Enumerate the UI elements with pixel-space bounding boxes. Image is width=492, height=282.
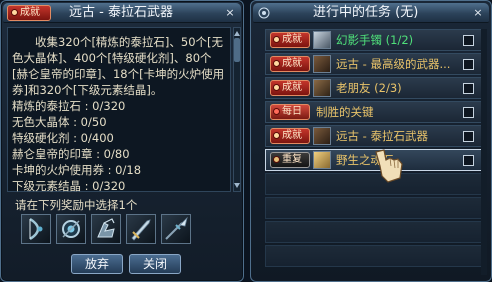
reward-slot-gauntlet[interactable] <box>91 214 121 244</box>
quest-list-scrollbar[interactable] <box>481 29 487 275</box>
quest-list-window: 进行中的任务 (无) × 成就 幻影手镯 (1/2) 成就 远古 - 最高级的武… <box>250 0 492 282</box>
quest-tag-label: 成就 <box>282 58 302 69</box>
achievement-badge-icon <box>273 84 280 91</box>
empty-quest-row <box>265 197 483 219</box>
close-button[interactable]: 关闭 <box>129 254 181 274</box>
track-checkbox[interactable] <box>463 131 474 142</box>
quest-tag: 成就 <box>270 128 310 144</box>
scroll-thumb[interactable] <box>234 38 240 62</box>
quest-name: 远古 - 泰拉石武器 <box>336 129 428 143</box>
description-scrollbar[interactable] <box>233 27 241 192</box>
npc-portrait-icon <box>313 31 331 49</box>
achievement-tag-label: 成就 <box>20 7 40 18</box>
achievement-badge-icon <box>11 9 18 16</box>
requirement-item: 赫仑皇帝的印章 : 0/80 <box>12 147 130 161</box>
reward-slot-bow[interactable] <box>21 214 51 244</box>
npc-portrait-icon <box>313 55 331 73</box>
quest-tag: 每日 <box>270 104 310 120</box>
reward-prompt: 请在下列奖励中选择1个 <box>15 198 138 212</box>
npc-portrait-icon <box>313 127 331 145</box>
scroll-down-icon[interactable] <box>234 183 240 189</box>
quest-description: 收集320个[精炼的泰拉石]、50个[无色大晶体]、400个[特级硬化剂]、80… <box>12 35 225 97</box>
quest-list-title: 进行中的任务 (无) <box>313 5 419 20</box>
reward-slot-staff[interactable] <box>56 214 86 244</box>
quest-detail-title: 远古 - 泰拉石武器 <box>69 5 173 20</box>
quest-tag-label: 每日 <box>282 106 302 117</box>
close-icon[interactable]: × <box>471 6 485 20</box>
empty-quest-row <box>265 221 483 243</box>
daily-badge-icon <box>273 108 280 115</box>
requirement-item: 无色大晶体 : 0/50 <box>12 115 107 129</box>
reward-slot-spear[interactable] <box>161 214 191 244</box>
quest-tag-label: 成就 <box>282 34 302 45</box>
npc-portrait-icon <box>313 79 331 97</box>
npc-portrait-icon <box>313 151 331 169</box>
quest-tag: 成就 <box>270 80 310 96</box>
minimize-icon[interactable] <box>257 6 271 20</box>
gauntlet-icon <box>97 218 115 238</box>
track-checkbox[interactable] <box>463 35 474 46</box>
achievement-badge-icon <box>273 60 280 67</box>
achievement-badge-icon <box>273 132 280 139</box>
requirement-item: 下级元素结晶 : 0/320 <box>12 179 126 193</box>
quest-row[interactable]: 成就 老朋友 (2/3) <box>265 77 483 99</box>
abandon-button[interactable]: 放弃 <box>71 254 123 274</box>
quest-tag: 重复 <box>270 152 310 168</box>
quest-tag: 成就 <box>270 32 310 48</box>
reward-slot-sword[interactable] <box>126 214 156 244</box>
repeat-badge-icon <box>273 156 280 163</box>
track-checkbox[interactable] <box>463 155 474 166</box>
quest-detail-window: 成就 远古 - 泰拉石武器 × 收集320个[精炼的泰拉石]、50个[无色大晶体… <box>0 0 244 282</box>
quest-tag-label: 重复 <box>282 154 302 165</box>
sword-icon <box>131 219 151 241</box>
quest-tag-label: 成就 <box>282 130 302 141</box>
track-checkbox[interactable] <box>463 107 474 118</box>
achievement-tag: 成就 <box>7 5 51 21</box>
track-checkbox[interactable] <box>463 83 474 94</box>
quest-row[interactable]: 成就 远古 - 最高级的武器... <box>265 53 483 75</box>
achievement-badge-icon <box>273 36 280 43</box>
quest-tag: 成就 <box>270 56 310 72</box>
track-checkbox[interactable] <box>463 59 474 70</box>
hand-cursor-icon <box>375 149 403 183</box>
quest-name: 远古 - 最高级的武器... <box>336 57 451 71</box>
quest-name: 老朋友 (2/3) <box>336 81 402 95</box>
scroll-up-icon[interactable] <box>234 30 240 36</box>
quest-row[interactable]: 成就 远古 - 泰拉石武器 <box>265 125 483 147</box>
quest-tag-label: 成就 <box>282 82 302 93</box>
empty-quest-row <box>265 245 483 267</box>
requirement-item: 卡坤的火炉使用券 : 0/18 <box>12 163 142 177</box>
quest-row[interactable]: 成就 幻影手镯 (1/2) <box>265 29 483 51</box>
spear-icon <box>165 216 188 240</box>
requirement-item: 精炼的泰拉石 : 0/320 <box>12 99 126 113</box>
requirement-item: 特级硬化剂 : 0/400 <box>12 131 114 145</box>
orb-staff-icon <box>62 220 80 238</box>
bow-icon <box>29 217 43 241</box>
quest-list-titlebar[interactable]: 进行中的任务 (无) × <box>253 3 489 23</box>
quest-description-panel: 收集320个[精炼的泰拉石]、50个[无色大晶体]、400个[特级硬化剂]、80… <box>7 27 231 193</box>
quest-detail-titlebar[interactable]: 成就 远古 - 泰拉石武器 × <box>3 3 241 23</box>
close-icon[interactable]: × <box>223 6 237 20</box>
quest-row[interactable]: 每日 制胜的关键 <box>265 101 483 123</box>
quest-name: 制胜的关键 <box>316 105 374 119</box>
quest-name: 幻影手镯 (1/2) <box>336 33 414 47</box>
